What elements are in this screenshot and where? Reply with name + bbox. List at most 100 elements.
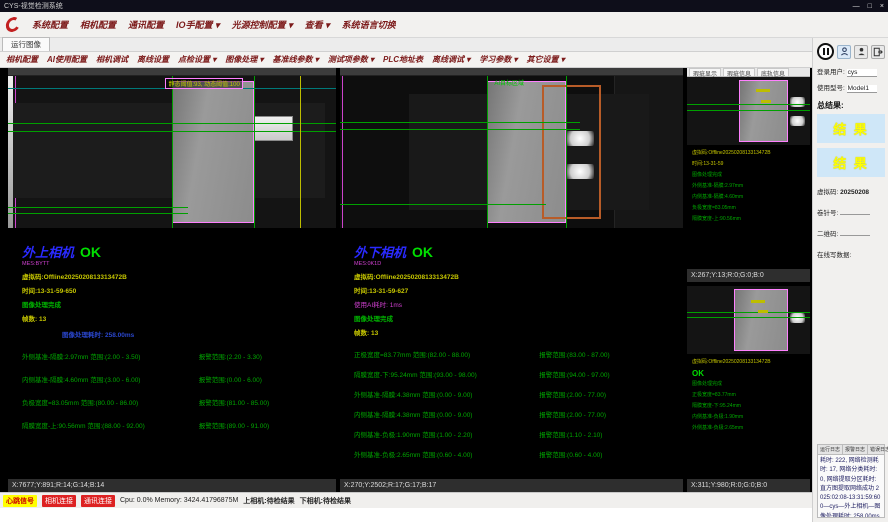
log-panel: 运行日志 报警日志 错误日志 耗时: 222, 网络检测耗时: 17, 网络分类… (817, 444, 885, 518)
camera-view-lower: AI目标区域 外下相机 OK MES:0K1D 虚拟码:Offline20250… (340, 68, 683, 492)
thumb-line: 内侧基准-隔膜:4.60mm (692, 193, 810, 200)
right-control-panel: 登录用户: cys 使用型号: Model1 总结果: 结 果 结 果 虚拟码:… (812, 38, 888, 522)
process-time-line: 图像处理耗时: 258.00ms (62, 329, 336, 339)
user-manage-button[interactable] (854, 45, 868, 59)
model-value[interactable]: Model1 (847, 85, 877, 93)
measurement-row: 内侧基准-隔膜:4.38mm 范围:(0.00 - 9.00) 报警范围:(2.… (354, 409, 679, 419)
menu-io-config[interactable]: IO手配置 ▾ (176, 18, 220, 31)
thumb-view-1: 虚拟码:Offline2025020813313472B 时间:13-31-59… (687, 77, 810, 282)
tool-camera-debug[interactable]: 相机调试 (96, 54, 128, 65)
menu-view[interactable]: 查看 ▾ (305, 18, 330, 31)
thumb-line: 图像处理完成 (692, 171, 810, 178)
log-tab-alarm[interactable]: 报警日志 (843, 445, 868, 454)
menu-comm-config[interactable]: 通讯配置 (128, 18, 164, 31)
edge-line-right (254, 76, 255, 228)
tool-baseline-params[interactable]: 基准线参数 ▾ (273, 54, 319, 65)
measure-line (687, 312, 810, 313)
result-ok-label: OK (412, 244, 433, 260)
result-ok-label: OK (80, 244, 101, 260)
menu-light-config[interactable]: 光源控制配置 ▾ (232, 18, 293, 31)
minimize-icon[interactable]: — (853, 3, 860, 10)
needle-row: 卷针号: (817, 207, 885, 217)
measure-line-1 (340, 122, 580, 123)
camera-image-upper[interactable]: 静态阈值:93, 动态阈值:100 (8, 76, 336, 228)
roi-left-line (342, 76, 343, 228)
measurement-value: 外侧基准-隔膜:4.38mm 范围:(0.00 - 9.00) (354, 389, 539, 399)
qr-value[interactable] (840, 235, 870, 236)
thumbnail-column: 瑕疵显示 瑕疵信息 底轨信息 虚 (687, 68, 810, 492)
menu-system-config[interactable]: 系统配置 (32, 18, 68, 31)
tab-rail-info[interactable]: 底轨信息 (757, 68, 789, 76)
heartbeat-badge: 心跳信号 (3, 495, 37, 507)
frame-count-line: 帧数: 13 (354, 327, 683, 337)
log-tab-strip: 运行日志 报警日志 错误日志 (818, 445, 884, 455)
window-titlebar: CYS-视觉检测系统 — □ × (0, 0, 888, 12)
measurement-value: 隔膜宽度-上:90.56mm 范围:(88.00 - 92.00) (22, 420, 199, 430)
measurement-list: 正极宽度=83.77mm 范围:(82.00 - 88.00) 报警范围:(83… (354, 349, 683, 459)
user-login-button[interactable] (837, 45, 851, 59)
model-row: 使用型号: Model1 (817, 82, 885, 93)
alarm-range: 报警范围:(94.00 - 97.00) (539, 369, 679, 379)
exit-door-icon (873, 47, 883, 57)
pixel-coord-bar-lower: X:270;Y:2502;R:17;G:17;B:17 (340, 479, 683, 492)
tool-other-settings[interactable]: 其它设置 ▾ (527, 54, 565, 65)
virtual-code-row: 虚拟码: 20250208 (817, 186, 885, 196)
pause-button[interactable] (817, 43, 834, 60)
tool-spotcheck-settings[interactable]: 点检设置 ▾ (178, 54, 216, 65)
total-result-label: 总结果: (817, 100, 885, 111)
camera-image-lower[interactable]: AI目标区域 (340, 76, 683, 228)
tab-defect-info[interactable]: 瑕疵信息 (723, 68, 755, 76)
measurement-value: 内侧基准-隔膜:4.60mm 范围:(3.00 - 6.00) (22, 374, 199, 384)
alarm-range: 报警范围:(0.00 - 6.00) (199, 374, 332, 384)
tool-plc-address[interactable]: PLC地址表 (383, 54, 423, 65)
tool-offline-settings[interactable]: 离线设置 (137, 54, 169, 65)
thumb-line: 外侧基准-隔膜:2.97mm (692, 182, 810, 189)
thumb-text-2: 虚拟码:Offline2025020813313472B OK 图像处理完成 正… (687, 354, 810, 479)
result-text-lower: 外下相机 OK MES:0K1D 虚拟码:Offline202502081331… (340, 228, 683, 479)
tool-test-params[interactable]: 测试项参数 ▾ (328, 54, 374, 65)
needle-value[interactable] (840, 214, 870, 215)
view-header-strip (340, 68, 683, 76)
result-box-2: 结 果 (817, 148, 885, 177)
measure-line (687, 317, 810, 318)
tool-learn-params[interactable]: 学习参数 ▾ (479, 54, 517, 65)
login-user-value[interactable]: cys (847, 69, 877, 77)
tab-defect-display[interactable]: 瑕疵显示 (689, 68, 721, 76)
alarm-range: 报警范围:(81.00 - 85.00) (199, 397, 332, 407)
thumb-line: 虚拟码:Offline2025020813313472B (692, 358, 810, 365)
close-icon[interactable]: × (880, 3, 884, 10)
alarm-range: 报警范围:(0.60 - 4.00) (539, 449, 679, 459)
comm-connect-badge: 通讯连接 (81, 495, 115, 507)
pixel-coords: X:7677;Y:891;R:14;G:14;B:14 (12, 482, 104, 489)
bottom-spacer (0, 508, 812, 522)
mes-line: MES:BYTT (22, 261, 336, 267)
tiny-annotation-mark (761, 100, 771, 103)
menu-camera-config[interactable]: 相机配置 (80, 18, 116, 31)
measurement-list: 外侧基准-隔膜:2.97mm 范围:(2.00 - 3.50) 报警范围:(2.… (22, 351, 336, 430)
tool-ai-config[interactable]: AI使用配置 (47, 54, 87, 65)
tool-camera-config[interactable]: 相机配置 (6, 54, 38, 65)
pixel-coord-bar-thumb1: X:267;Y:13;R:0;G:0;B:0 (687, 269, 810, 282)
log-text[interactable]: 耗时: 222, 网络检测耗时: 17, 网络分类耗时: 0, 网络提取分区耗时… (818, 455, 884, 517)
menu-language[interactable]: 系统语言切换 (342, 18, 396, 31)
virtual-code-line: 虚拟码:Offline2025020813313472B (354, 271, 683, 281)
thumb-image-2[interactable] (687, 286, 810, 354)
measurement-row: 外侧基准-隔膜:2.97mm 范围:(2.00 - 3.50) 报警范围:(2.… (22, 351, 332, 361)
exit-button[interactable] (871, 45, 885, 59)
tool-image-processing[interactable]: 图像处理 ▾ (225, 54, 263, 65)
result-box-1: 结 果 (817, 114, 885, 143)
maximize-icon[interactable]: □ (868, 3, 872, 10)
threshold-annotation: 静态阈值:93, 动态阈值:100 (165, 78, 242, 89)
menu-bar: 系统配置 相机配置 通讯配置 IO手配置 ▾ 光源控制配置 ▾ 查看 ▾ 系统语… (0, 12, 888, 38)
status-bar: 心跳信号 相机连接 通讯连接 Cpu: 0.0% Memory: 3424.41… (0, 492, 812, 508)
control-buttons (817, 43, 885, 60)
log-tab-run[interactable]: 运行日志 (818, 445, 843, 454)
write-data-row: 在线写数据: (817, 249, 885, 259)
main-view-area: 静态阈值:93, 动态阈值:100 外上相机 OK MES:BYTT 虚拟码:O… (0, 68, 812, 492)
qr-label: 二维码: (817, 231, 838, 238)
log-tab-error[interactable]: 错误日志 (868, 445, 888, 454)
tool-offline-debug[interactable]: 离线调试 ▾ (432, 54, 470, 65)
tab-connector (254, 116, 293, 142)
tab-run-image[interactable]: 运行图像 (2, 37, 50, 51)
thumb-image-1[interactable] (687, 77, 810, 145)
